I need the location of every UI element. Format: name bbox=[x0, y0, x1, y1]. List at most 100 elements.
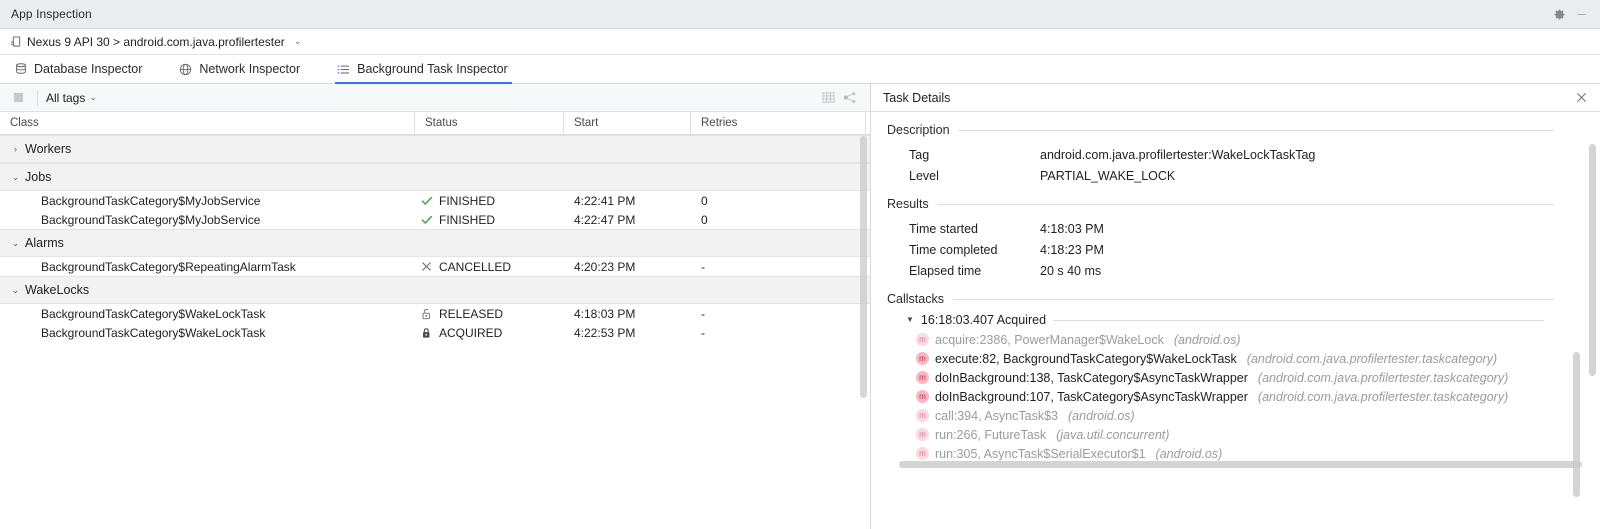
callstack-frame-package: (android.os) bbox=[1068, 409, 1135, 423]
field-tag: Tag android.com.java.profilertester:Wake… bbox=[887, 144, 1600, 165]
task-category-row-alarms[interactable]: ⌄Alarms bbox=[0, 229, 870, 257]
tab-background-task-inspector-label: Background Task Inspector bbox=[357, 62, 508, 76]
close-icon[interactable] bbox=[1572, 89, 1590, 107]
column-header-retries[interactable]: Retries bbox=[691, 112, 866, 134]
task-list-pane: All tags ⌄ Class Status Start Retries ›W… bbox=[0, 84, 871, 529]
globe-icon bbox=[179, 63, 192, 76]
stop-icon[interactable] bbox=[8, 87, 29, 108]
task-details-title: Task Details bbox=[883, 91, 1572, 105]
field-elapsed-time-label: Elapsed time bbox=[887, 264, 1040, 278]
tab-network-inspector[interactable]: Network Inspector bbox=[177, 55, 313, 83]
task-category-row-wakelocks[interactable]: ⌄WakeLocks bbox=[0, 276, 870, 304]
table-row[interactable]: BackgroundTaskCategory$WakeLockTaskRELEA… bbox=[0, 304, 870, 323]
callstack-scroll-area: m acquire:2386, PowerManager$WakeLock (and… bbox=[887, 330, 1600, 470]
table-row[interactable]: BackgroundTaskCategory$WakeLockTaskACQUI… bbox=[0, 323, 870, 342]
gear-icon[interactable] bbox=[1548, 3, 1570, 25]
cell-status: ACQUIRED bbox=[415, 323, 564, 342]
field-time-completed-label: Time completed bbox=[887, 243, 1040, 257]
task-category-row-jobs[interactable]: ⌄Jobs bbox=[0, 163, 870, 191]
callstack-frame-name: doInBackground:107, TaskCategory$AsyncTa… bbox=[935, 390, 1248, 404]
field-time-started-label: Time started bbox=[887, 222, 1040, 236]
cell-class: BackgroundTaskCategory$RepeatingAlarmTas… bbox=[0, 257, 415, 276]
task-list-scrollbar[interactable] bbox=[860, 136, 867, 398]
method-icon: m bbox=[916, 371, 929, 384]
callstack-vertical-scrollbar[interactable] bbox=[1573, 352, 1580, 497]
callstack-frame-name: call:394, AsyncTask$3 bbox=[935, 409, 1058, 423]
method-icon: m bbox=[916, 447, 929, 460]
results-section-title: Results bbox=[887, 197, 1600, 211]
callstack-frame-package: (android.com.java.profilertester.taskcat… bbox=[1258, 390, 1508, 404]
callstack-frame[interactable]: m acquire:2386, PowerManager$WakeLock (and… bbox=[916, 330, 1600, 349]
device-selector-bar: Nexus 9 API 30 > android.com.java.profil… bbox=[0, 29, 1600, 55]
field-time-started: Time started 4:18:03 PM bbox=[887, 218, 1600, 239]
table-view-icon[interactable] bbox=[818, 87, 839, 108]
database-icon bbox=[15, 63, 27, 76]
device-process-selector[interactable]: Nexus 9 API 30 > android.com.java.profil… bbox=[11, 35, 301, 49]
chevron-down-icon: ⌄ bbox=[9, 238, 22, 249]
callstack-frame[interactable]: mrun:266, FutureTask(java.util.concurren… bbox=[916, 425, 1600, 444]
callstack-frame-package: (android.os) bbox=[1174, 333, 1241, 347]
unlock-icon bbox=[420, 307, 433, 320]
inspector-tabbar: Database Inspector Network Inspector Bac… bbox=[0, 55, 1600, 84]
table-row[interactable]: BackgroundTaskCategory$RepeatingAlarmTas… bbox=[0, 257, 870, 276]
field-elapsed-time: Elapsed time 20 s 40 ms bbox=[887, 260, 1600, 281]
task-table-groups: ›Workers⌄JobsBackgroundTaskCategory$MyJo… bbox=[0, 135, 870, 342]
cell-status: FINISHED bbox=[415, 210, 564, 229]
callstack-group-label: 16:18:03.407 Acquired bbox=[921, 313, 1046, 327]
chevron-down-icon: ⌄ bbox=[9, 172, 22, 183]
method-icon: m bbox=[916, 390, 929, 403]
list-icon bbox=[337, 63, 350, 76]
column-header-class[interactable]: Class bbox=[0, 112, 415, 134]
callstack-frame[interactable]: m call:394, AsyncTask$3 (android.os) bbox=[916, 406, 1600, 425]
column-header-status[interactable]: Status bbox=[415, 112, 564, 134]
method-icon: m bbox=[916, 333, 929, 346]
description-heading: Description bbox=[887, 123, 950, 137]
cell-class: BackgroundTaskCategory$WakeLockTask bbox=[0, 304, 415, 323]
callstack-group-header[interactable]: ▼ 16:18:03.407 Acquired bbox=[887, 313, 1600, 327]
cell-retries: - bbox=[691, 323, 866, 342]
callstack-horizontal-scrollbar[interactable] bbox=[899, 461, 1582, 468]
callstack-frame-package: (android.com.java.profilertester.taskcat… bbox=[1247, 352, 1497, 366]
task-category-row-workers[interactable]: ›Workers bbox=[0, 135, 870, 163]
device-icon bbox=[11, 36, 22, 48]
status-badge: FINISHED bbox=[439, 194, 495, 208]
chevron-down-icon: ⌄ bbox=[89, 93, 97, 102]
details-scrollbar[interactable] bbox=[1589, 144, 1596, 376]
field-time-completed: Time completed 4:18:23 PM bbox=[887, 239, 1600, 260]
chevron-down-icon: ⌄ bbox=[294, 37, 302, 46]
callstack-frame-name: doInBackground:138, TaskCategory$AsyncTa… bbox=[935, 371, 1248, 385]
callstack-frame-name: run:305, AsyncTask$SerialExecutor$1 bbox=[935, 447, 1146, 461]
cell-start: 4:18:03 PM bbox=[564, 304, 691, 323]
tags-filter-label: All tags bbox=[46, 91, 85, 105]
callstacks-section-title: Callstacks bbox=[887, 292, 1600, 306]
table-row[interactable]: BackgroundTaskCategory$MyJobServiceFINIS… bbox=[0, 191, 870, 210]
tab-database-inspector[interactable]: Database Inspector bbox=[13, 55, 155, 83]
field-tag-label: Tag bbox=[887, 148, 1040, 162]
column-header-start[interactable]: Start bbox=[564, 112, 691, 134]
task-details-header: Task Details bbox=[871, 84, 1600, 112]
minimize-icon[interactable] bbox=[1570, 3, 1592, 25]
tab-background-task-inspector[interactable]: Background Task Inspector bbox=[335, 55, 521, 83]
cell-class: BackgroundTaskCategory$WakeLockTask bbox=[0, 323, 415, 342]
task-details-body: Description Tag android.com.java.profile… bbox=[871, 112, 1600, 529]
section-divider bbox=[953, 299, 1554, 300]
cell-retries: 0 bbox=[691, 191, 866, 210]
section-divider bbox=[938, 204, 1554, 205]
callstack-frame-name: acquire:2386, PowerManager$WakeLock bbox=[935, 333, 1164, 347]
method-icon: m bbox=[916, 409, 929, 422]
tags-filter-dropdown[interactable]: All tags ⌄ bbox=[46, 91, 97, 105]
callstack-frame[interactable]: m doInBackground:138, TaskCategory$AsyncT… bbox=[916, 368, 1600, 387]
cell-retries: 0 bbox=[691, 210, 866, 229]
cell-status: CANCELLED bbox=[415, 257, 564, 276]
callstack-frame-package: (android.os) bbox=[1156, 447, 1223, 461]
table-row[interactable]: BackgroundTaskCategory$MyJobServiceFINIS… bbox=[0, 210, 870, 229]
cell-start: 4:22:53 PM bbox=[564, 323, 691, 342]
cell-start: 4:20:23 PM bbox=[564, 257, 691, 276]
chevron-down-icon: ⌄ bbox=[9, 285, 22, 296]
callstack-frame[interactable]: m doInBackground:107, TaskCategory$AsyncT… bbox=[916, 387, 1600, 406]
graph-view-icon[interactable] bbox=[839, 87, 860, 108]
check-icon bbox=[420, 194, 433, 207]
section-gap bbox=[887, 281, 1600, 292]
main-content: All tags ⌄ Class Status Start Retries ›W… bbox=[0, 84, 1600, 529]
callstack-frame[interactable]: mexecute:82, BackgroundTaskCategory$Wake… bbox=[916, 349, 1600, 368]
